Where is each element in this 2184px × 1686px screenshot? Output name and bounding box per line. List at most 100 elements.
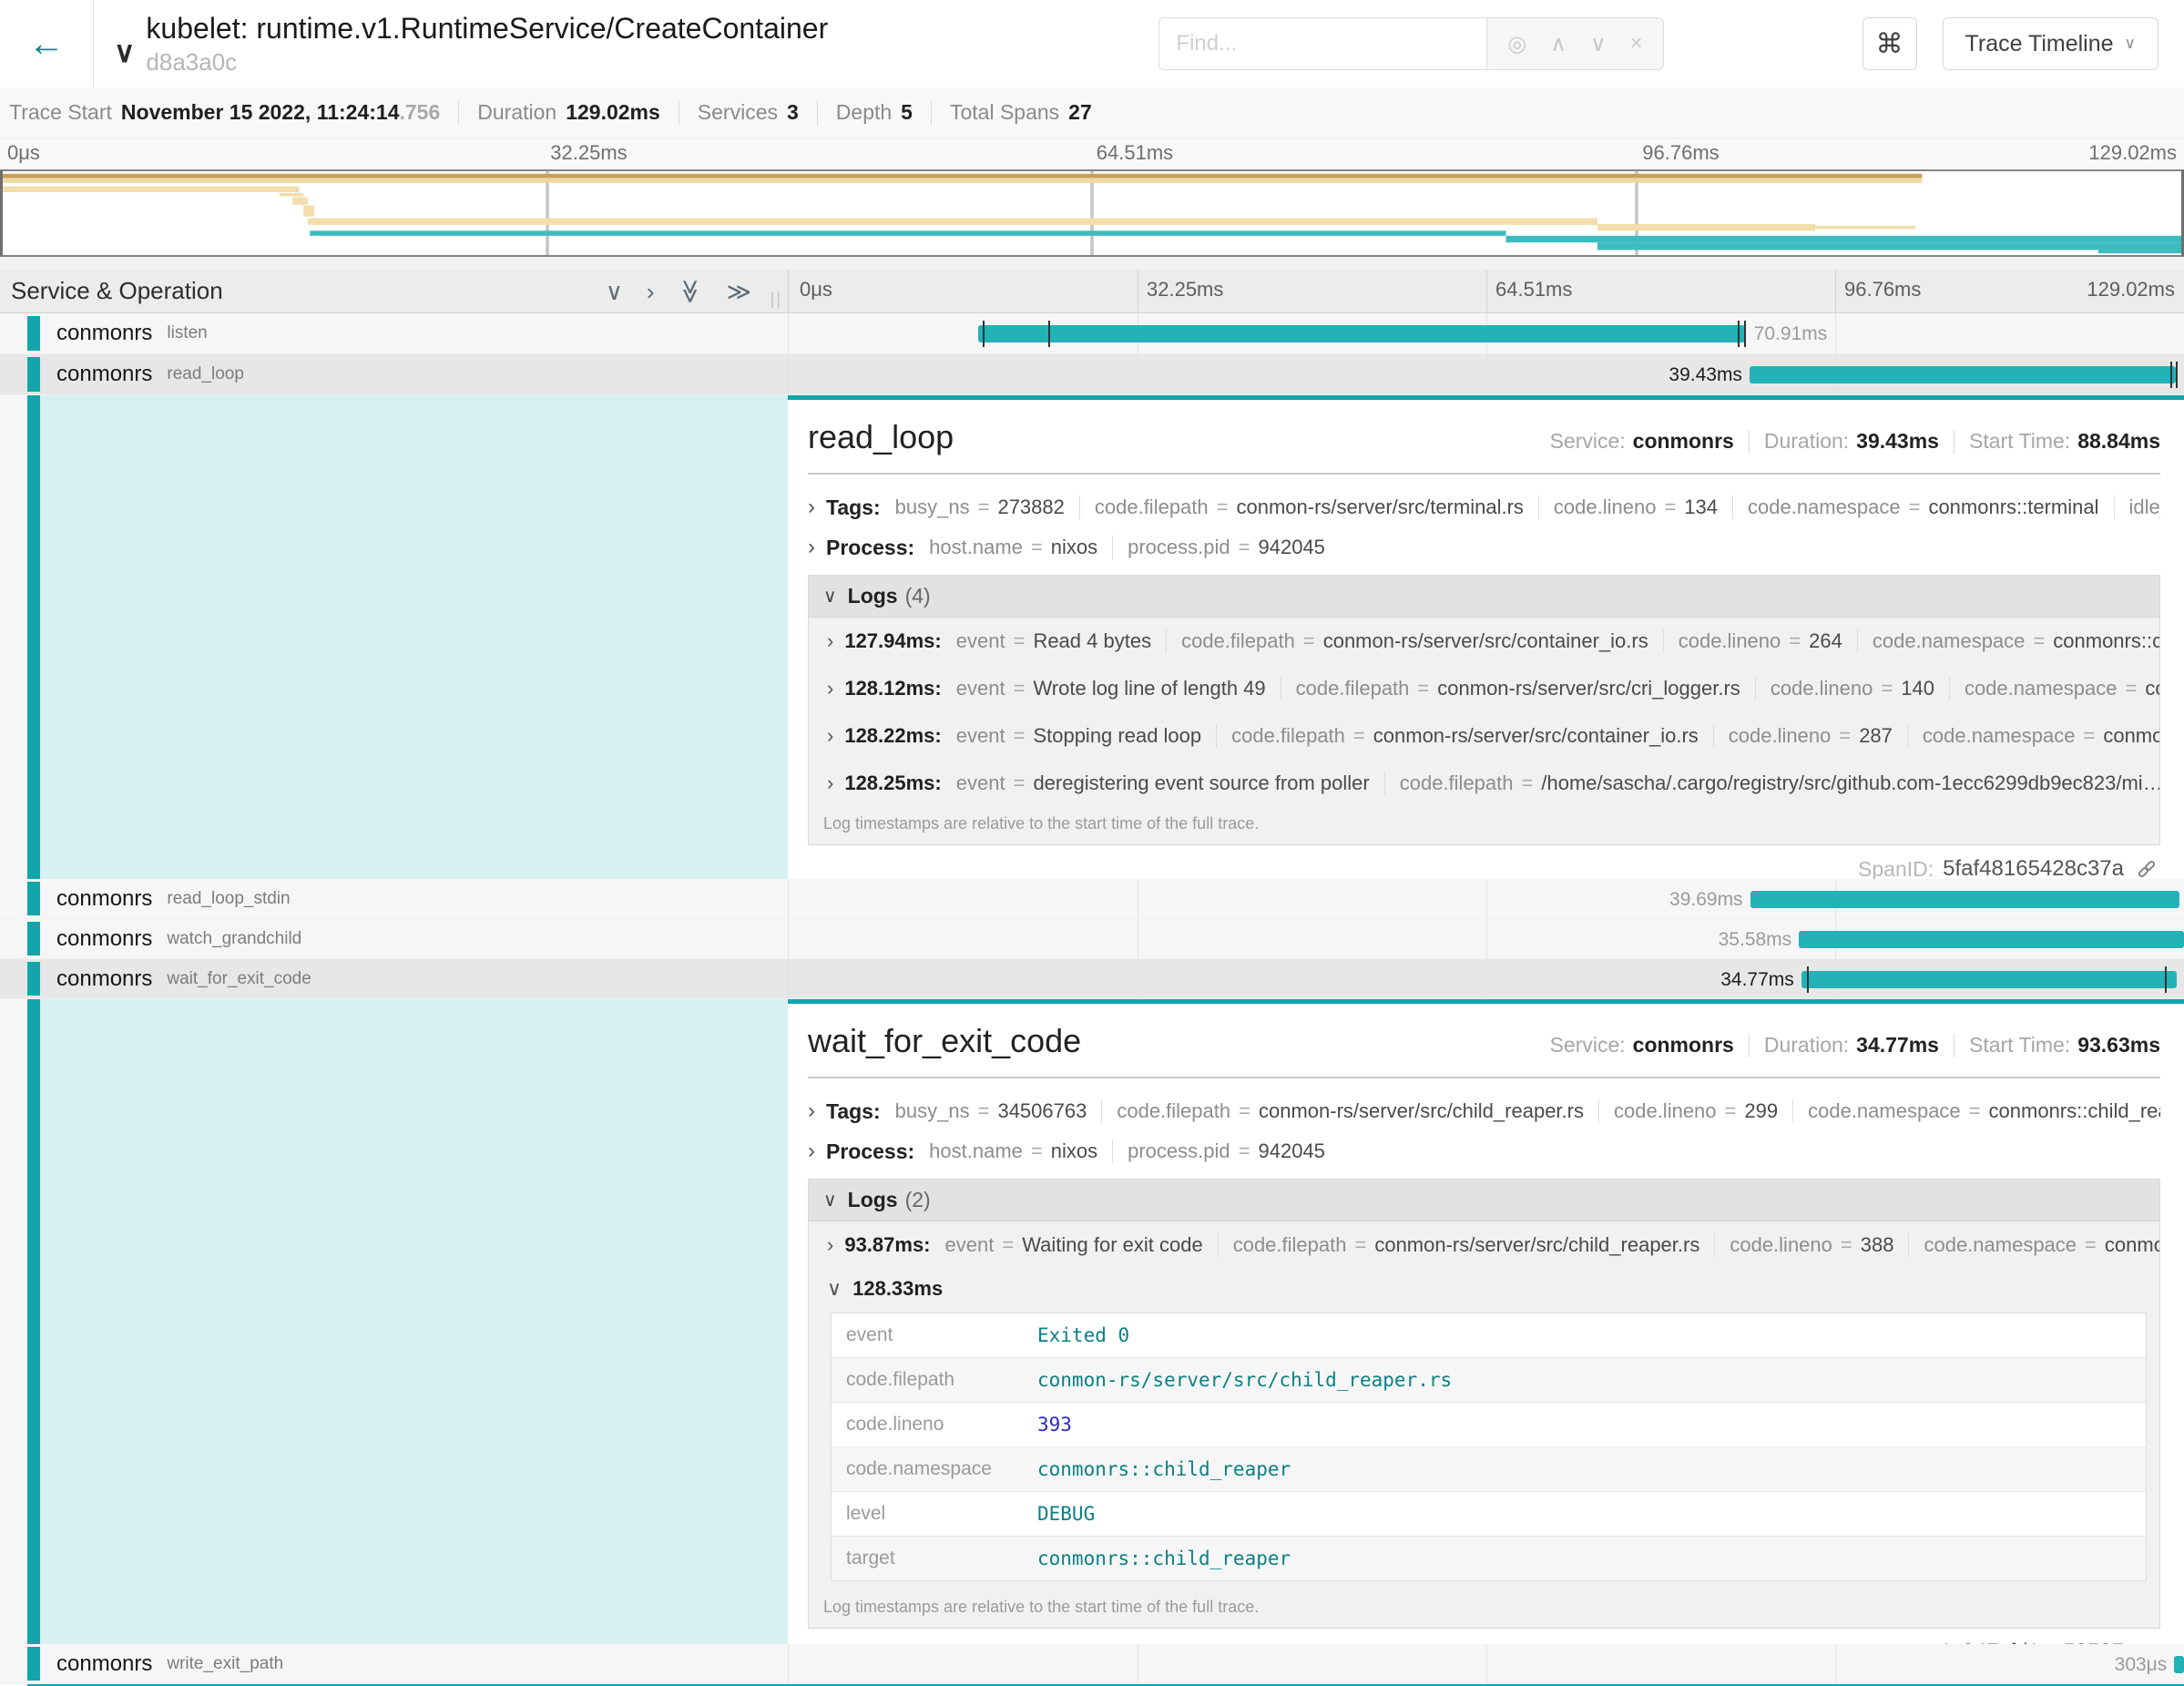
expand-one-icon[interactable]: › bbox=[647, 280, 655, 303]
tags-row[interactable]: › Tags: busy_ns34506763 code.filepathcon… bbox=[808, 1091, 2160, 1131]
chevron-right-icon[interactable]: › bbox=[808, 1098, 815, 1124]
timeline-tick: 32.25ms bbox=[1147, 278, 1223, 301]
back-button[interactable]: ← bbox=[0, 0, 94, 87]
keyboard-shortcuts-button[interactable]: ⌘ bbox=[1863, 17, 1917, 70]
chevron-right-icon[interactable]: › bbox=[827, 724, 833, 748]
log-entry[interactable]: › 93.87ms: eventWaiting for exit code co… bbox=[809, 1221, 2159, 1269]
operation-name: listen bbox=[167, 323, 207, 343]
span-track[interactable]: 35.58ms bbox=[788, 919, 2184, 958]
log-timestamp: 127.94ms: bbox=[844, 629, 941, 653]
start-time-value: 93.63ms bbox=[2077, 1033, 2160, 1058]
span-name-cell[interactable]: conmonrs read_loop bbox=[0, 354, 788, 394]
log-entry[interactable]: › 127.94ms: eventRead 4 bytes code.filep… bbox=[809, 618, 2159, 665]
view-selector-button[interactable]: Trace Timeline ∨ bbox=[1943, 17, 2158, 70]
log-entry[interactable]: › 128.25ms: eventderegistering event sou… bbox=[809, 760, 2159, 807]
depth-label: Depth bbox=[836, 100, 892, 125]
logs-section: ∨ Logs (4) › 127.94ms: eventRead 4 bytes… bbox=[808, 575, 2160, 845]
tags-label[interactable]: Tags: bbox=[826, 496, 881, 520]
detail-indent-guide bbox=[0, 999, 788, 1644]
span-row-watch-grandchild[interactable]: conmonrs watch_grandchild 35.58ms bbox=[0, 919, 2184, 959]
match-case-icon[interactable]: ◎ bbox=[1507, 31, 1526, 57]
trace-start-label: Trace Start bbox=[9, 100, 112, 125]
column-resize-handle[interactable]: || bbox=[771, 290, 782, 309]
process-label[interactable]: Process: bbox=[826, 1139, 914, 1164]
span-duration: 39.69ms bbox=[1669, 879, 1743, 920]
chevron-right-icon[interactable]: › bbox=[827, 1233, 833, 1257]
tags-label[interactable]: Tags: bbox=[826, 1099, 881, 1124]
span-bar[interactable] bbox=[2174, 1656, 2184, 1673]
log-marker-tick bbox=[2165, 966, 2167, 993]
chevron-right-icon[interactable]: › bbox=[808, 495, 815, 520]
chevron-right-icon[interactable]: › bbox=[808, 1139, 815, 1164]
log-timestamp: 128.22ms: bbox=[844, 724, 941, 748]
span-detail-read-loop: read_loop Service: conmonrs Duration: 39… bbox=[0, 395, 2184, 879]
span-id-row: SpanID: 4a947cfd1ce59537 bbox=[808, 1629, 2160, 1644]
divider bbox=[1749, 1034, 1750, 1058]
span-name-cell[interactable]: conmonrs wait_for_exit_code bbox=[0, 959, 788, 998]
span-row-listen[interactable]: conmonrs listen 70.91ms bbox=[0, 313, 2184, 354]
timeline-tick: 0μs bbox=[800, 278, 832, 301]
span-bar[interactable] bbox=[978, 325, 1745, 342]
chevron-right-icon[interactable]: › bbox=[808, 535, 815, 560]
collapse-one-icon[interactable]: ∨ bbox=[606, 280, 623, 303]
span-track[interactable]: 39.43ms bbox=[788, 354, 2184, 394]
chevron-right-icon[interactable]: › bbox=[827, 677, 833, 700]
span-id-label: SpanID: bbox=[1858, 857, 1934, 880]
start-time-label: Start Time: bbox=[1969, 429, 2070, 454]
log-entry[interactable]: › 128.22ms: eventStopping read loop code… bbox=[809, 712, 2159, 760]
clear-find-icon[interactable]: × bbox=[1630, 31, 1643, 56]
detail-title: read_loop bbox=[808, 418, 954, 456]
top-bar-actions: ◎ ∧ ∨ × ⌘ Trace Timeline ∨ bbox=[1158, 17, 2184, 70]
table-row: event Exited 0 bbox=[832, 1313, 2146, 1358]
span-track[interactable]: 70.91ms bbox=[788, 313, 2184, 353]
span-name-cell[interactable]: conmonrs watch_grandchild bbox=[0, 919, 788, 958]
trace-summary-bar: Trace Start November 15 2022, 11:24:14.7… bbox=[0, 87, 2184, 138]
services-value: 3 bbox=[787, 100, 799, 125]
time-ruler: 0μs 32.25ms 64.51ms 96.76ms 129.02ms bbox=[0, 138, 2184, 169]
span-duration: 34.77ms bbox=[1720, 959, 1794, 1000]
operation-name: read_loop_stdin bbox=[167, 889, 290, 909]
logs-header[interactable]: ∨ Logs (2) bbox=[809, 1180, 2159, 1221]
chevron-right-icon[interactable]: › bbox=[827, 629, 833, 653]
log-marker-tick bbox=[1738, 321, 1740, 347]
process-row[interactable]: › Process: host.namenixos process.pid942… bbox=[808, 1131, 2160, 1171]
span-bar[interactable] bbox=[1750, 891, 2180, 908]
span-name-cell[interactable]: conmonrs write_exit_path bbox=[0, 1644, 788, 1683]
span-detail-wait-for-exit-code: wait_for_exit_code Service: conmonrs Dur… bbox=[0, 999, 2184, 1644]
grid-line bbox=[1486, 959, 1487, 998]
log-entry[interactable]: › 128.12ms: eventWrote log line of lengt… bbox=[809, 665, 2159, 712]
log-entry-expanded[interactable]: ∨ 128.33ms bbox=[809, 1269, 2159, 1309]
collapse-all-icon[interactable]: ≫ bbox=[679, 279, 702, 303]
next-match-icon[interactable]: ∨ bbox=[1590, 31, 1607, 57]
process-label[interactable]: Process: bbox=[826, 536, 914, 560]
service-operation-header: Service & Operation ∨ › ≫ ≫ || bbox=[0, 270, 788, 312]
span-bar[interactable] bbox=[1750, 366, 2176, 383]
span-track[interactable]: 39.69ms bbox=[788, 879, 2184, 918]
log-timestamp: 128.33ms bbox=[852, 1277, 943, 1301]
span-row-read-loop-stdin[interactable]: conmonrs read_loop_stdin 39.69ms bbox=[0, 879, 2184, 919]
span-name-cell[interactable]: conmonrs read_loop_stdin bbox=[0, 879, 788, 918]
span-track[interactable]: 34.77ms bbox=[788, 959, 2184, 998]
logs-count: (2) bbox=[905, 1188, 931, 1212]
chevron-right-icon[interactable]: › bbox=[827, 771, 833, 795]
logs-header[interactable]: ∨ Logs (4) bbox=[809, 576, 2159, 618]
find-input[interactable] bbox=[1158, 17, 1486, 70]
divider bbox=[931, 100, 932, 126]
span-row-write-exit-path[interactable]: conmonrs write_exit_path 303μs bbox=[0, 1644, 2184, 1684]
span-bar[interactable] bbox=[1801, 971, 2177, 988]
process-row[interactable]: › Process: host.namenixos process.pid942… bbox=[808, 527, 2160, 567]
span-row-read-loop[interactable]: conmonrs read_loop 39.43ms bbox=[0, 354, 2184, 395]
collapse-trace-chevron-icon[interactable]: ∨ bbox=[114, 35, 135, 69]
log-timestamp: 93.87ms: bbox=[844, 1233, 930, 1257]
prev-match-icon[interactable]: ∧ bbox=[1550, 31, 1567, 57]
trace-minimap-scrubber[interactable] bbox=[0, 169, 2184, 257]
detail-body: read_loop Service: conmonrs Duration: 39… bbox=[788, 395, 2184, 879]
chevron-down-icon[interactable]: ∨ bbox=[827, 1277, 842, 1301]
tags-row[interactable]: › Tags: busy_ns273882 code.filepathconmo… bbox=[808, 487, 2160, 527]
span-track[interactable]: 303μs bbox=[788, 1644, 2184, 1683]
span-name-cell[interactable]: conmonrs listen bbox=[0, 313, 788, 353]
expand-all-icon[interactable]: ≫ bbox=[727, 280, 751, 303]
span-row-wait-for-exit-code[interactable]: conmonrs wait_for_exit_code 34.77ms bbox=[0, 959, 2184, 999]
copy-link-icon[interactable] bbox=[2135, 857, 2158, 879]
span-bar[interactable] bbox=[1799, 931, 2184, 948]
